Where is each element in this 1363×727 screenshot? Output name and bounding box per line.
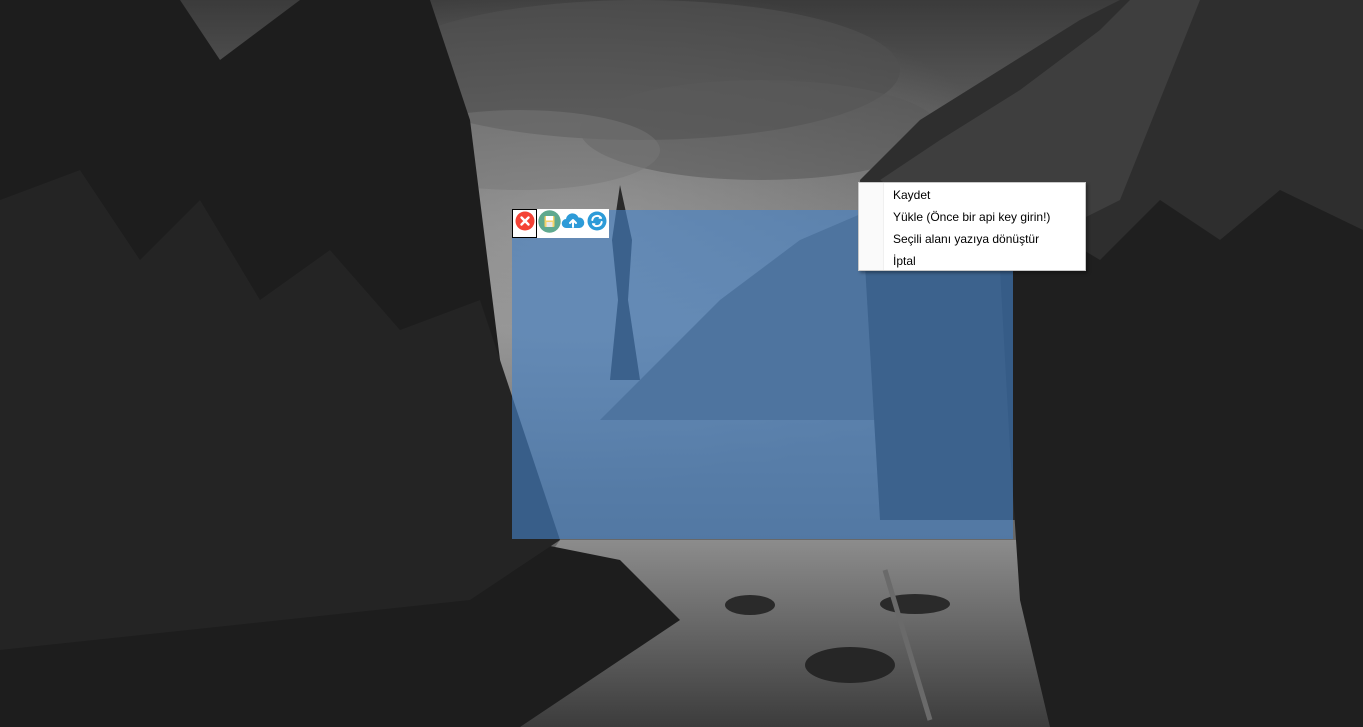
menu-item-cancel[interactable]: İptal <box>859 250 1085 272</box>
close-icon <box>515 211 535 236</box>
cloud-upload-icon <box>561 211 585 236</box>
menu-item-convert-to-text[interactable]: Seçili alanı yazıya dönüştür <box>859 228 1085 250</box>
close-button[interactable] <box>512 209 537 238</box>
upload-button[interactable] <box>561 212 585 236</box>
screen-capture-overlay: Kaydet Yükle (Önce bir api key girin!) S… <box>0 0 1363 727</box>
menu-item-save[interactable]: Kaydet <box>859 184 1085 206</box>
convert-to-text-button[interactable] <box>585 211 609 236</box>
save-icon <box>537 209 561 238</box>
save-button[interactable] <box>537 209 561 238</box>
selection-toolbar <box>512 209 609 238</box>
context-menu: Kaydet Yükle (Önce bir api key girin!) S… <box>858 182 1086 271</box>
menu-item-upload[interactable]: Yükle (Önce bir api key girin!) <box>859 206 1085 228</box>
convert-icon <box>587 211 607 236</box>
